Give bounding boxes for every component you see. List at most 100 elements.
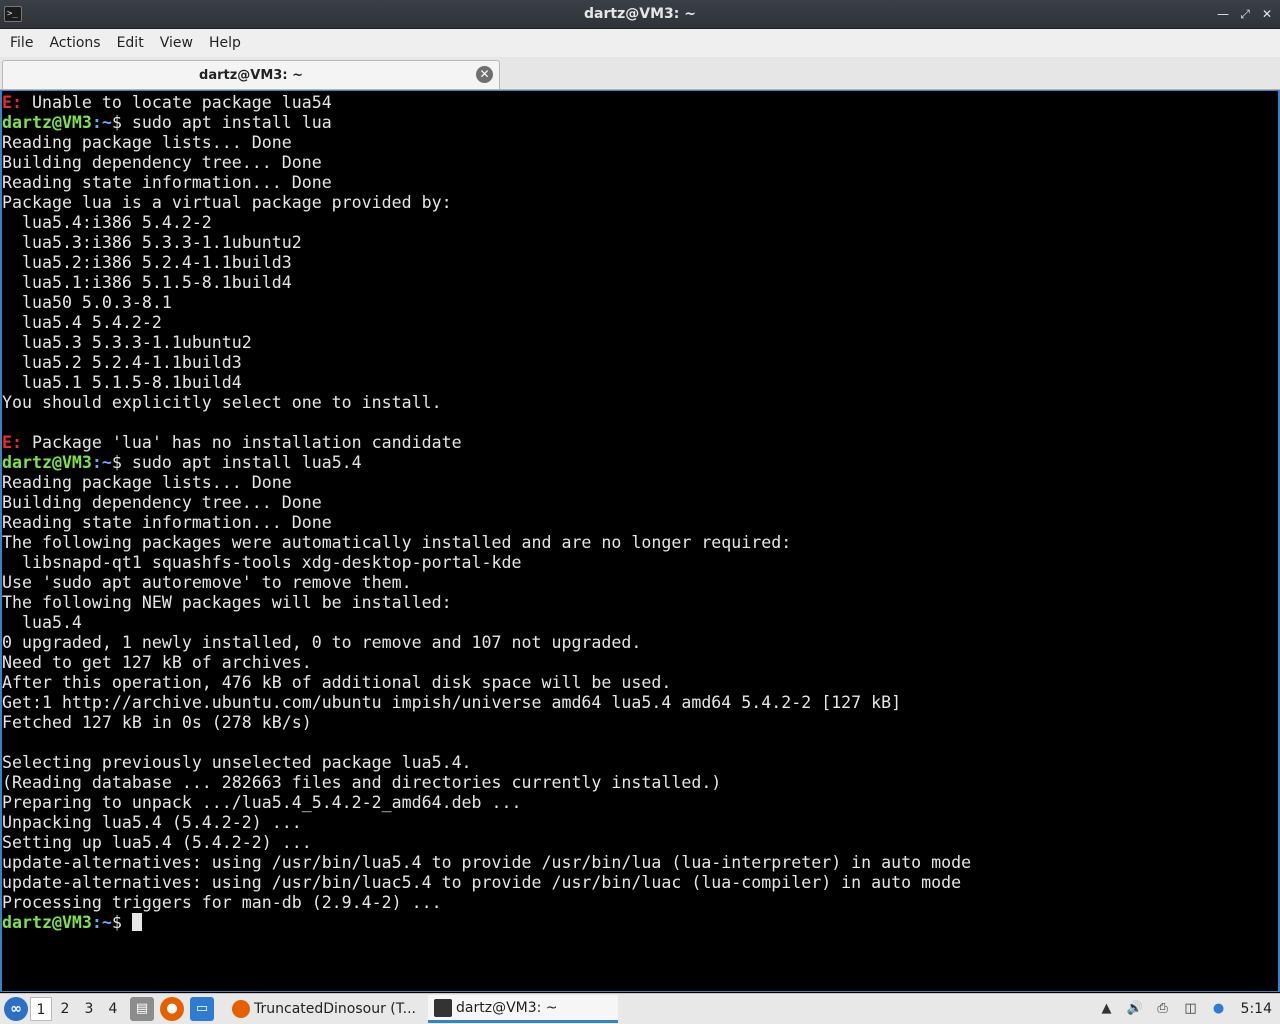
line-text: Setting up lua5.4 (5.4.2-2) ... <box>2 833 312 852</box>
line-text: Reading package lists... Done <box>2 473 292 492</box>
tab-terminal[interactable]: dartz@VM3: ~ ✕ <box>2 60 500 89</box>
line-text: Package 'lua' has no installation candid… <box>21 433 462 452</box>
line-text: $ sudo apt install lua5.4 <box>111 453 362 472</box>
task-firefox[interactable]: TruncatedDinosour (T... <box>226 995 422 1023</box>
tab-label: dartz@VM3: ~ <box>199 67 303 83</box>
terminal-output: E: Unable to locate package lua54 dartz@V… <box>2 93 971 933</box>
terminal-line: The following packages were automaticall… <box>2 533 971 553</box>
menu-help[interactable]: Help <box>203 31 247 55</box>
terminal-line: update-alternatives: using /usr/bin/lua5… <box>2 853 971 873</box>
menu-edit[interactable]: Edit <box>111 31 150 55</box>
line-text: libsnapd-qt1 squashfs-tools xdg-desktop-… <box>2 553 522 572</box>
line-text: Unpacking lua5.4 (5.4.2-2) ... <box>2 813 302 832</box>
menu-bar: File Actions Edit View Help <box>0 29 1280 57</box>
menu-actions[interactable]: Actions <box>43 31 106 55</box>
terminal-line: lua5.4 <box>2 613 971 633</box>
workspace-1[interactable]: 1 <box>30 997 52 1021</box>
notification-icon[interactable]: ● <box>1209 999 1229 1019</box>
line-text: Get:1 http://archive.ubuntu.com/ubuntu i… <box>2 693 902 712</box>
terminal-line: E: Unable to locate package lua54 <box>2 93 971 113</box>
terminal-line: Reading package lists... Done <box>2 473 971 493</box>
line-text: Reading state information... Done <box>2 513 332 532</box>
clock: 5:14 <box>1240 1001 1272 1017</box>
terminal-line: libsnapd-qt1 squashfs-tools xdg-desktop-… <box>2 553 971 573</box>
workspace-3[interactable]: 3 <box>78 997 100 1021</box>
terminal-line: Use 'sudo apt autoremove' to remove them… <box>2 573 971 593</box>
network-icon[interactable]: ◫ <box>1181 999 1201 1019</box>
start-menu-icon[interactable]: ∞ <box>4 997 28 1021</box>
file-manager-icon[interactable]: ▤ <box>130 997 154 1021</box>
line-text: Package lua is a virtual package provide… <box>2 193 452 212</box>
close-icon[interactable]: ✕ <box>1260 5 1274 23</box>
terminal-line: Preparing to unpack .../lua5.4_5.4.2-2_a… <box>2 793 971 813</box>
terminal-line: Reading package lists... Done <box>2 133 971 153</box>
terminal-line: update-alternatives: using /usr/bin/luac… <box>2 873 971 893</box>
line-text: Reading package lists... Done <box>2 133 292 152</box>
terminal-line: dartz@VM3:~$ sudo apt install lua5.4 <box>2 453 971 473</box>
terminal-line: lua5.4:i386 5.4.2-2 <box>2 213 971 233</box>
error-prefix: E: <box>2 93 22 112</box>
terminal-line: Reading state information... Done <box>2 173 971 193</box>
line-text: update-alternatives: using /usr/bin/luac… <box>2 873 962 892</box>
line-text: lua5.4 5.4.2-2 <box>2 313 162 332</box>
terminal-line: lua50 5.0.3-8.1 <box>2 293 971 313</box>
line-text: $ sudo apt install lua <box>111 113 332 132</box>
menu-view[interactable]: View <box>154 31 199 55</box>
terminal-line: Get:1 http://archive.ubuntu.com/ubuntu i… <box>2 693 971 713</box>
line-text: lua5.1 5.1.5-8.1build4 <box>2 373 242 392</box>
prompt-path: :~ <box>91 453 112 472</box>
line-text: update-alternatives: using /usr/bin/lua5… <box>2 853 972 872</box>
terminal-line: Unpacking lua5.4 (5.4.2-2) ... <box>2 813 971 833</box>
terminal-app-icon[interactable]: >_ <box>4 6 22 22</box>
terminal-line: dartz@VM3:~$ sudo apt install lua <box>2 113 971 133</box>
window-title: dartz@VM3: ~ <box>584 6 696 22</box>
firefox-launcher-icon[interactable]: ● <box>160 997 184 1021</box>
text-cursor <box>131 913 142 931</box>
show-desktop-icon[interactable]: ▭ <box>190 997 214 1021</box>
terminal-line: 0 upgraded, 1 newly installed, 0 to remo… <box>2 633 971 653</box>
task-firefox-label: TruncatedDinosour (T... <box>254 1001 417 1017</box>
error-prefix: E: <box>2 433 22 452</box>
clipboard-icon[interactable]: ⎙ <box>1153 999 1173 1019</box>
minimize-icon[interactable]: — <box>1216 5 1230 23</box>
workspace-4[interactable]: 4 <box>102 997 124 1021</box>
terminal-line: lua5.1:i386 5.1.5-8.1build4 <box>2 273 971 293</box>
task-terminal[interactable]: dartz@VM3: ~ <box>428 995 619 1023</box>
prompt-user: dartz@VM3 <box>2 453 92 472</box>
line-text: Processing triggers for man-db (2.9.4-2)… <box>2 893 442 912</box>
terminal-line: The following NEW packages will be insta… <box>2 593 971 613</box>
terminal-line: Building dependency tree... Done <box>2 153 971 173</box>
terminal-line: E: Package 'lua' has no installation can… <box>2 433 971 453</box>
tab-bar: dartz@VM3: ~ ✕ <box>0 57 1280 90</box>
updates-icon[interactable]: ▲ <box>1097 999 1117 1019</box>
terminal-line: Need to get 127 kB of archives. <box>2 653 971 673</box>
prompt-symbol: $ <box>111 913 132 932</box>
prompt-user: dartz@VM3 <box>2 913 92 932</box>
terminal-line: lua5.2 5.2.4-1.1build3 <box>2 353 971 373</box>
terminal-line: Processing triggers for man-db (2.9.4-2)… <box>2 893 971 913</box>
terminal-line: lua5.4 5.4.2-2 <box>2 313 971 333</box>
line-text: The following NEW packages will be insta… <box>2 593 452 612</box>
line-text: You should explicitly select one to inst… <box>2 393 442 412</box>
window-controls: — ⤢ ✕ <box>1216 5 1274 23</box>
menu-file[interactable]: File <box>4 31 39 55</box>
terminal-view[interactable]: E: Unable to locate package lua54 dartz@V… <box>0 90 1280 992</box>
line-text: lua5.4:i386 5.4.2-2 <box>2 213 212 232</box>
terminal-line: Selecting previously unselected package … <box>2 753 971 773</box>
maximize-icon[interactable]: ⤢ <box>1238 5 1252 23</box>
tab-close-icon[interactable]: ✕ <box>476 66 493 83</box>
terminal-line: Setting up lua5.4 (5.4.2-2) ... <box>2 833 971 853</box>
terminal-line: After this operation, 476 kB of addition… <box>2 673 971 693</box>
title-bar[interactable]: >_ dartz@VM3: ~ — ⤢ ✕ <box>0 0 1280 29</box>
workspace-2[interactable]: 2 <box>54 997 76 1021</box>
line-text: Need to get 127 kB of archives. <box>2 653 312 672</box>
terminal-prompt-line[interactable]: dartz@VM3:~$ <box>2 913 971 933</box>
terminal-line: Building dependency tree... Done <box>2 493 971 513</box>
terminal-icon <box>434 998 453 1017</box>
prompt-user: dartz@VM3 <box>2 113 92 132</box>
line-text: lua5.3:i386 5.3.3-1.1ubuntu2 <box>2 233 302 252</box>
system-tray: ▲ 🔊 ⎙ ◫ ● 5:14 <box>1097 999 1280 1019</box>
prompt-path: :~ <box>91 113 112 132</box>
volume-icon[interactable]: 🔊 <box>1125 999 1145 1019</box>
